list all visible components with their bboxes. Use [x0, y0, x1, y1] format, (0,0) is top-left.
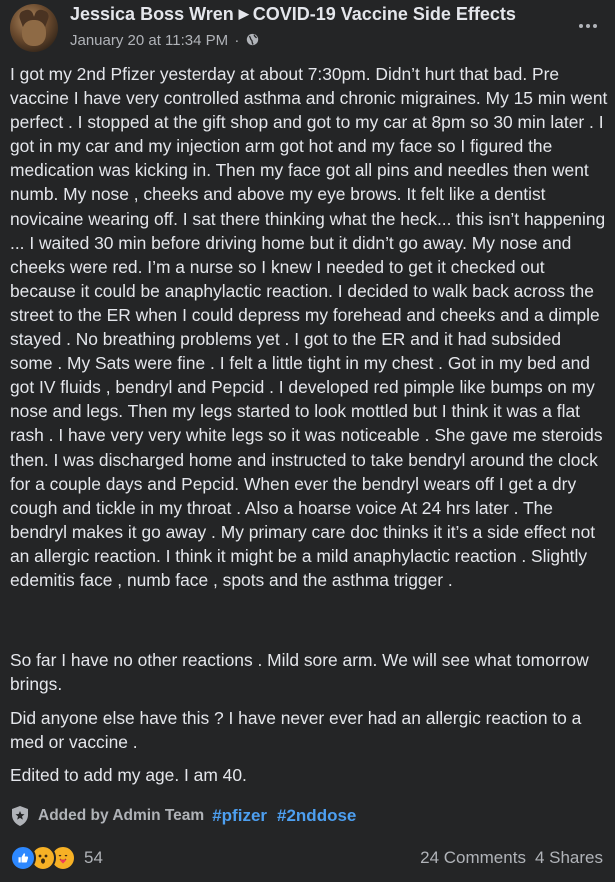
- more-options-icon[interactable]: [575, 16, 601, 36]
- shield-icon: [12, 806, 28, 826]
- post-paragraph: Did anyone else have this ? I have never…: [10, 708, 582, 753]
- group-name[interactable]: COVID-19 Vaccine Side Effects: [253, 4, 516, 24]
- avatar[interactable]: [10, 4, 58, 52]
- like-icon: [10, 845, 36, 871]
- post-paragraph: I got my 2nd Pfizer yesterday at about 7…: [10, 64, 608, 590]
- added-by-label: Added by Admin Team: [38, 807, 205, 824]
- post-footer: 54 24 Comments 4 Shares: [10, 844, 603, 872]
- caret-right-icon: ▶: [238, 6, 249, 21]
- shares-count-link[interactable]: 4 Shares: [535, 848, 603, 868]
- post-meta: January 20 at 11:34 PM ·: [70, 32, 259, 49]
- post-body: I got my 2nd Pfizer yesterday at about 7…: [10, 62, 608, 785]
- author-line: Jessica Boss Wren ▶ COVID-19 Vaccine Side …: [70, 4, 516, 25]
- reactions-summary[interactable]: 54: [10, 845, 103, 871]
- comments-count-link[interactable]: 24 Comments: [420, 848, 526, 868]
- globe-icon: [246, 33, 258, 45]
- post-paragraph: So far I have no other reactions . Mild …: [10, 650, 589, 695]
- author-name[interactable]: Jessica Boss Wren: [70, 4, 234, 24]
- topic-tag[interactable]: #2nddose: [277, 806, 356, 826]
- post-card: Jessica Boss Wren ▶ COVID-19 Vaccine Side …: [0, 0, 615, 882]
- reaction-count[interactable]: 54: [84, 848, 103, 868]
- post-topics: Added by Admin Team #pfizer #2nddose: [10, 803, 366, 829]
- post-header: Jessica Boss Wren ▶ COVID-19 Vaccine Side …: [0, 0, 615, 60]
- post-paragraph: Edited to add my age. I am 40.: [10, 765, 247, 785]
- topic-tag[interactable]: #pfizer: [212, 806, 267, 826]
- post-timestamp[interactable]: January 20 at 11:34 PM: [70, 32, 228, 49]
- engagement-stats: 24 Comments 4 Shares: [420, 848, 603, 868]
- meta-separator: ·: [234, 32, 240, 49]
